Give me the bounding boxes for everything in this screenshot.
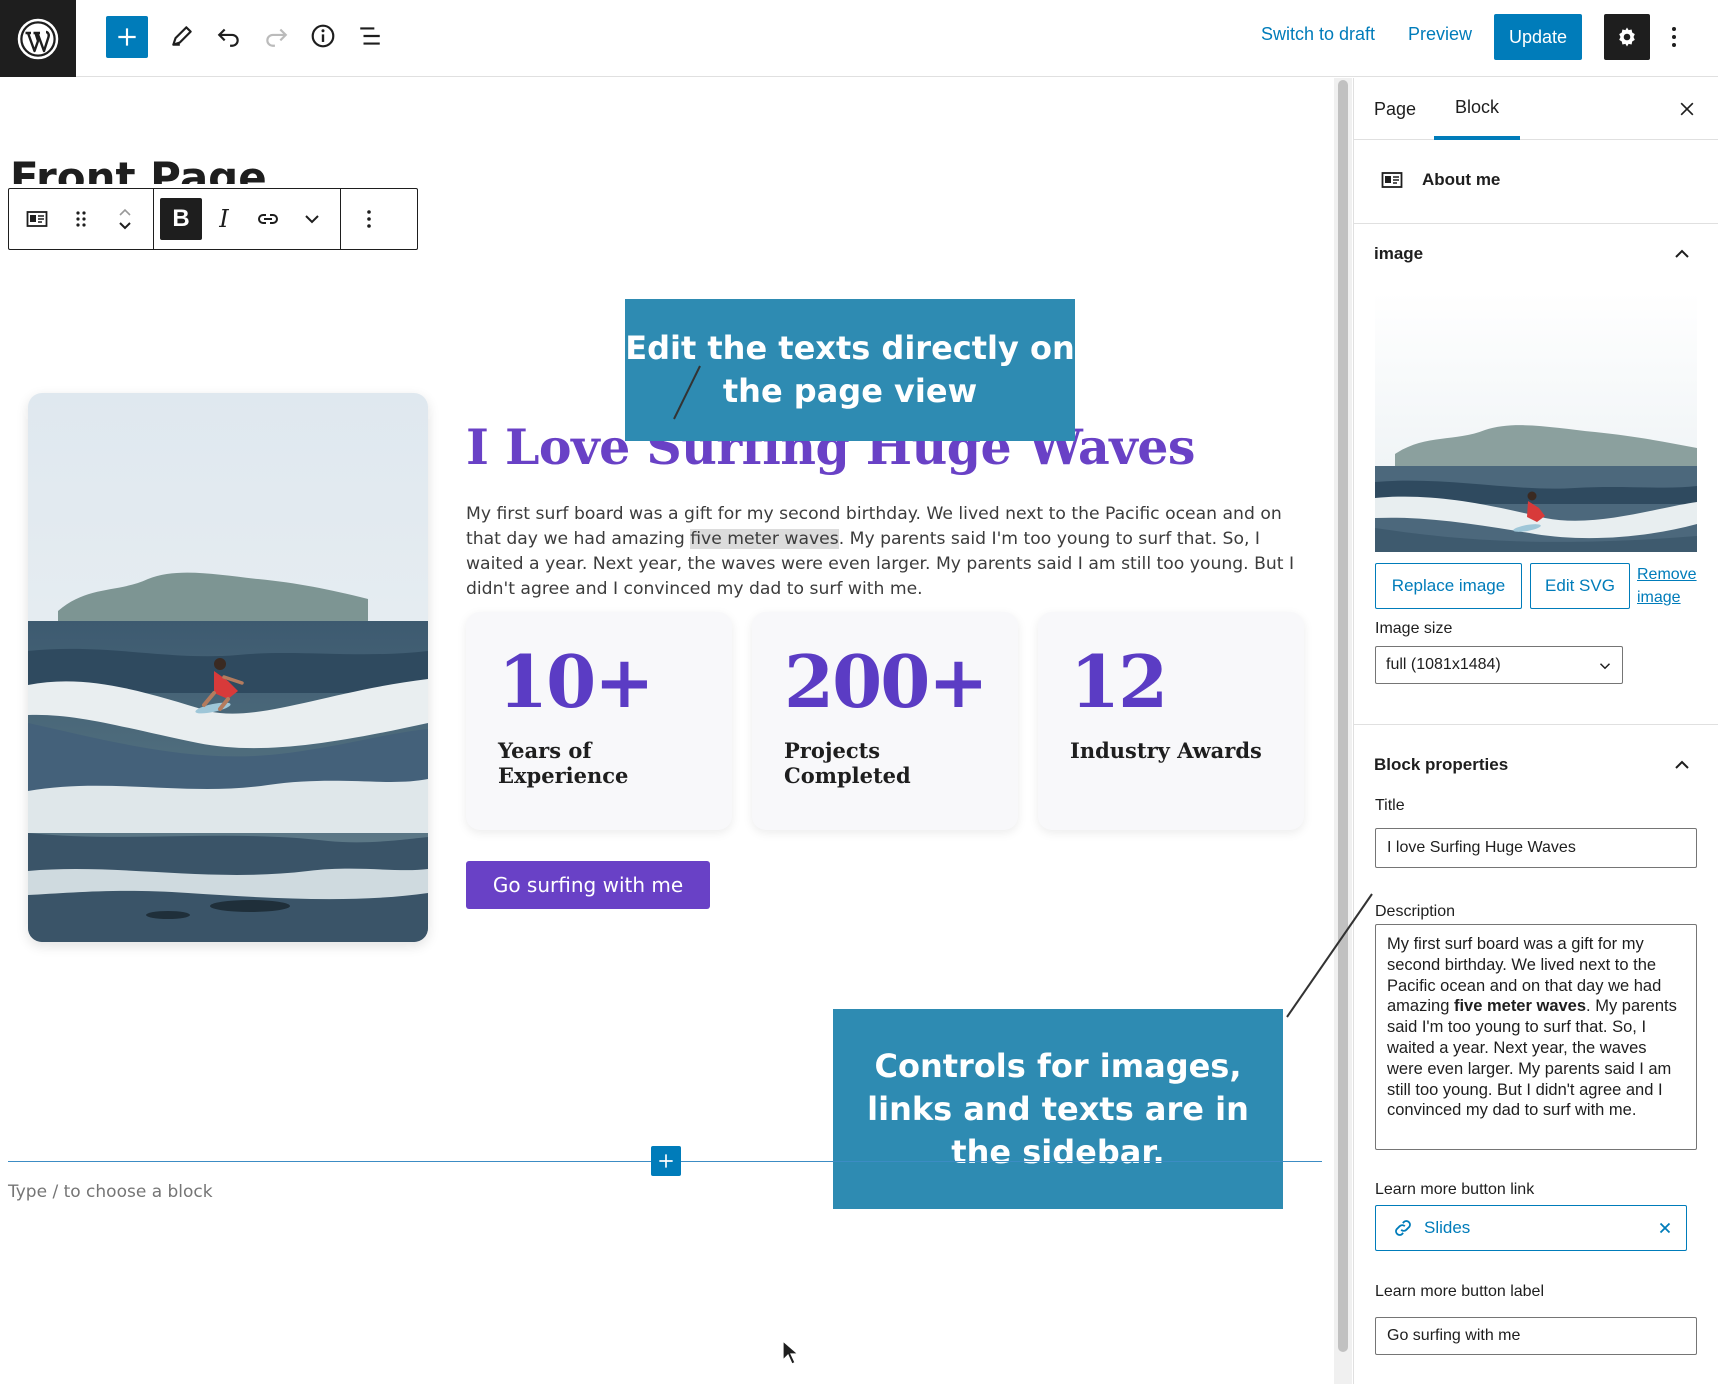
undo-icon (217, 28, 239, 47)
learn-more-link-field[interactable]: Slides (1375, 1205, 1687, 1251)
edit-svg-button[interactable]: Edit SVG (1530, 563, 1630, 609)
tab-page[interactable]: Page (1374, 78, 1416, 140)
image-preview[interactable] (1375, 292, 1697, 552)
stat-number: 10+ (498, 639, 655, 724)
block-options-button[interactable] (347, 197, 391, 241)
mouse-cursor-icon (782, 1340, 800, 1365)
highlighted-text: five meter waves (690, 529, 839, 549)
stat-card[interactable]: 10+ Years of Experience (466, 612, 732, 830)
block-type-button[interactable] (15, 197, 59, 241)
block-name: About me (1422, 170, 1501, 189)
cta-button[interactable]: Go surfing with me (466, 861, 710, 909)
hero-description[interactable]: My first surf board was a gift for my se… (466, 502, 1316, 602)
move-up-down-buttons[interactable] (103, 197, 147, 241)
image-size-select[interactable]: full (1081x1484) (1375, 646, 1623, 684)
close-icon[interactable] (1656, 1219, 1674, 1237)
plus-icon (659, 1154, 673, 1168)
settings-sidebar: Page Block About me image Replace image … (1353, 78, 1718, 1384)
more-vertical-icon (1672, 27, 1676, 47)
editor-canvas: Front Page B I I Love Surfing Huge Waves… (0, 78, 1334, 1384)
remove-image-link[interactable]: Remove image (1637, 563, 1707, 609)
editor-top-bar: Switch to draft Preview Update (0, 0, 1718, 77)
italic-button[interactable]: I (202, 197, 246, 241)
chevron-up-icon (1675, 249, 1689, 258)
block-toolbar: B I (8, 188, 418, 250)
description-label: Description (1375, 903, 1456, 920)
drag-handle[interactable] (59, 197, 103, 241)
close-sidebar-button[interactable] (1672, 94, 1702, 124)
link-icon (1395, 1220, 1411, 1236)
learn-more-link-label: Learn more button link (1375, 1181, 1535, 1198)
redo-icon (266, 28, 288, 47)
block-card: About me (1354, 140, 1718, 224)
stat-label: Industry Awards (1070, 738, 1262, 763)
stat-number: 12 (1070, 639, 1168, 724)
redo-button[interactable] (254, 14, 298, 58)
plus-icon (118, 28, 136, 46)
learn-more-label-label: Learn more button label (1375, 1283, 1544, 1300)
wordpress-logo-icon[interactable] (0, 0, 76, 77)
tools-button[interactable] (160, 14, 204, 58)
replace-image-button[interactable]: Replace image (1375, 563, 1522, 609)
more-formatting-button[interactable] (290, 197, 334, 241)
id-card-icon (1381, 172, 1403, 188)
canvas-scrollbar-thumb[interactable] (1338, 80, 1348, 1352)
stat-number: 200+ (784, 639, 989, 724)
description-bold-text: five meter waves (1453, 997, 1587, 1016)
stat-card[interactable]: 12 Industry Awards (1038, 612, 1304, 830)
stat-label: Projects Completed (784, 738, 911, 788)
options-button[interactable] (1662, 16, 1686, 58)
pencil-icon (172, 26, 192, 46)
hero-image[interactable] (28, 393, 428, 942)
close-icon (1680, 102, 1694, 116)
image-size-label: Image size (1375, 620, 1453, 637)
description-text: . My parents said I'm too young to surf … (1387, 997, 1677, 1120)
image-size-value: full (1081x1484) (1386, 656, 1501, 673)
panel-title: image (1374, 244, 1424, 263)
stat-label: Years of Experience (498, 738, 629, 788)
bold-button[interactable]: B (160, 198, 202, 240)
chevron-down-icon (305, 215, 319, 224)
block-properties-panel-header[interactable]: Block properties (1354, 724, 1718, 784)
preview-button[interactable]: Preview (1408, 24, 1472, 45)
description-textarea[interactable]: My first surf board was a gift for my se… (1375, 924, 1697, 1150)
id-card-icon (26, 211, 48, 227)
chevron-down-icon (1599, 663, 1611, 670)
image-panel-header[interactable]: image (1354, 224, 1718, 284)
list-view-icon (360, 27, 380, 45)
settings-button[interactable] (1604, 14, 1650, 60)
link-icon (258, 214, 278, 224)
more-vertical-icon (367, 210, 371, 228)
list-view-button[interactable] (348, 14, 392, 58)
update-button[interactable]: Update (1494, 14, 1582, 60)
block-placeholder[interactable]: Type / to choose a block (8, 1182, 213, 1202)
learn-more-link-value: Slides (1424, 1218, 1471, 1237)
title-input[interactable]: I love Surfing Huge Waves (1375, 828, 1697, 868)
switch-to-draft-button[interactable]: Switch to draft (1261, 24, 1375, 45)
callout-sidebar-controls: Controls for images, links and texts are… (833, 1009, 1283, 1209)
details-button[interactable] (301, 14, 345, 58)
link-button[interactable] (246, 197, 290, 241)
info-icon (311, 24, 335, 48)
stat-card[interactable]: 200+ Projects Completed (752, 612, 1018, 830)
callout-edit-texts: Edit the texts directly on the page view (625, 299, 1075, 441)
insert-block-button[interactable] (651, 1146, 681, 1176)
sidebar-tabs: Page Block (1354, 78, 1718, 140)
tab-block[interactable]: Block (1434, 78, 1521, 140)
chevron-up-down-icon (119, 208, 131, 230)
add-block-button[interactable] (106, 16, 148, 58)
panel-title: Block properties (1374, 755, 1509, 774)
drag-handle-icon (76, 211, 86, 227)
title-label: Title (1375, 797, 1405, 814)
page-title[interactable]: Front Page (10, 150, 267, 184)
gear-icon (1619, 27, 1635, 47)
undo-button[interactable] (207, 14, 251, 58)
learn-more-label-input[interactable]: Go surfing with me (1375, 1317, 1697, 1355)
chevron-up-icon (1675, 760, 1689, 769)
